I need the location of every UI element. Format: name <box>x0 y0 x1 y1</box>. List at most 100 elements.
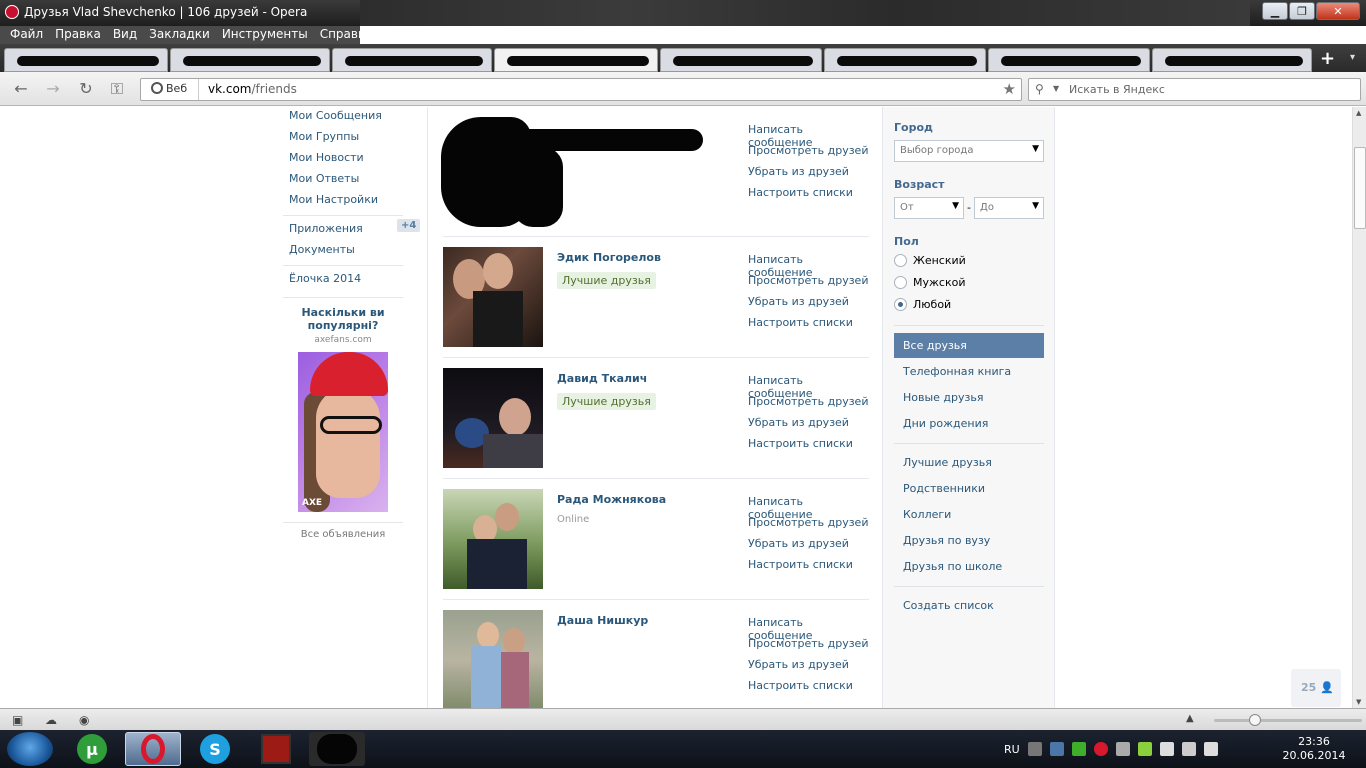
browser-tab[interactable] <box>824 48 986 72</box>
friend-photo[interactable] <box>443 610 543 708</box>
tray-app-icon[interactable] <box>1115 742 1130 756</box>
nav-answers[interactable]: Мои Ответы <box>283 170 403 191</box>
sex-option-male[interactable]: Мужской <box>894 276 965 289</box>
view-friends-link[interactable]: Просмотреть друзей <box>748 637 869 658</box>
all-ads-link[interactable]: Все объявления <box>283 522 403 540</box>
skype-icon[interactable]: S <box>187 732 243 766</box>
friend-photo[interactable] <box>443 247 543 347</box>
vk-icon[interactable] <box>1049 742 1064 756</box>
city-select[interactable]: Выбор города ▼ <box>894 140 1044 162</box>
forward-arrow-icon[interactable]: → <box>44 80 62 98</box>
friend-photo[interactable] <box>443 368 543 468</box>
web-badge[interactable]: Веб <box>141 79 199 100</box>
send-message-link[interactable]: Написать сообщение <box>748 123 869 149</box>
edit-lists-link[interactable]: Настроить списки <box>748 437 869 458</box>
age-from-select[interactable]: От ▼ <box>894 197 964 219</box>
cloud-icon[interactable]: ☁ <box>45 713 57 727</box>
windows-start-icon[interactable] <box>7 732 53 766</box>
close-button[interactable]: ✕ <box>1316 2 1360 20</box>
nav-elochka[interactable]: Ёлочка 2014 <box>283 270 403 291</box>
scroll-up-icon[interactable]: ▲ <box>1356 109 1361 117</box>
list-university-friends[interactable]: Друзья по вузу <box>894 528 1044 553</box>
tray-app-icon[interactable] <box>1071 742 1086 756</box>
nav-docs[interactable]: Документы <box>283 241 403 262</box>
key-icon[interactable]: ⚿ <box>108 80 126 98</box>
taskbar-item[interactable] <box>309 732 365 766</box>
send-message-link[interactable]: Написать сообщение <box>748 253 869 279</box>
reload-icon[interactable]: ↻ <box>77 80 95 98</box>
sex-option-any[interactable]: Любой <box>894 298 951 311</box>
zoom-slider[interactable] <box>1214 719 1362 722</box>
opera-tray-icon[interactable] <box>1093 742 1108 756</box>
radio-circle[interactable] <box>894 254 907 267</box>
send-message-link[interactable]: Написать сообщение <box>748 374 869 400</box>
edit-lists-link[interactable]: Настроить списки <box>748 558 869 579</box>
nav-apps[interactable]: Приложения <box>283 220 403 241</box>
ad-title[interactable]: Наскільки ви популярні? <box>283 306 403 332</box>
menu-file[interactable]: Файл <box>4 26 49 44</box>
nvidia-icon[interactable] <box>1137 742 1152 756</box>
edit-lists-link[interactable]: Настроить списки <box>748 186 869 207</box>
sex-option-female[interactable]: Женский <box>894 254 966 267</box>
maximize-button[interactable]: ❐ <box>1289 2 1315 20</box>
friend-name[interactable]: Эдик Погорелов <box>557 251 661 264</box>
remove-friend-link[interactable]: Убрать из друзей <box>748 658 869 679</box>
volume-icon[interactable] <box>1203 742 1218 756</box>
menu-help[interactable]: Справка <box>314 26 379 44</box>
new-tab-button[interactable]: + <box>1320 48 1335 69</box>
browser-tab[interactable] <box>1152 48 1312 72</box>
list-birthdays[interactable]: Дни рождения <box>894 411 1044 436</box>
opera-taskbar-icon[interactable] <box>125 732 181 766</box>
menu-edit[interactable]: Правка <box>49 26 107 44</box>
advertisement[interactable]: Наскільки ви популярні? axefans.com AXE … <box>283 297 403 540</box>
view-friends-link[interactable]: Просмотреть друзей <box>748 274 869 295</box>
dota-icon[interactable] <box>248 732 304 766</box>
send-message-link[interactable]: Написать сообщение <box>748 495 869 521</box>
utorrent-icon[interactable]: µ <box>64 732 120 766</box>
remove-friend-link[interactable]: Убрать из друзей <box>748 537 869 558</box>
tray-app-icon[interactable] <box>1181 742 1196 756</box>
nav-news[interactable]: Мои Новости <box>283 149 403 170</box>
search-engine-dropdown-icon[interactable]: ▼ <box>1053 84 1059 93</box>
browser-tab[interactable] <box>170 48 330 72</box>
nav-settings[interactable]: Мои Настройки <box>283 191 403 212</box>
edit-lists-link[interactable]: Настроить списки <box>748 316 869 337</box>
remove-friend-link[interactable]: Убрать из друзей <box>748 416 869 437</box>
steam-icon[interactable] <box>1027 742 1042 756</box>
language-indicator[interactable]: RU <box>1004 743 1020 756</box>
radio-circle-selected[interactable] <box>894 298 907 311</box>
menu-view[interactable]: Вид <box>107 26 143 44</box>
nav-messages[interactable]: Мои Сообщения <box>283 107 403 128</box>
view-friends-link[interactable]: Просмотреть друзей <box>748 395 869 416</box>
browser-tab[interactable] <box>332 48 492 72</box>
list-relatives[interactable]: Родственники <box>894 476 1044 501</box>
ad-image[interactable]: AXE <box>298 352 388 512</box>
tab-list-button[interactable]: ▾ <box>1350 52 1355 63</box>
search-field[interactable]: ⚲ ▼ Искать в Яндекс <box>1028 78 1361 101</box>
back-arrow-icon[interactable]: ← <box>12 80 30 98</box>
create-list-link[interactable]: Создать список <box>894 593 1044 618</box>
list-new-friends[interactable]: Новые друзья <box>894 385 1044 410</box>
browser-tab-active[interactable] <box>494 48 658 72</box>
menu-bookmarks[interactable]: Закладки <box>143 26 216 44</box>
remove-friend-link[interactable]: Убрать из друзей <box>748 165 869 186</box>
zoom-toggle-icon[interactable]: ▲ <box>1186 713 1194 724</box>
network-icon[interactable] <box>1159 742 1174 756</box>
list-all-friends[interactable]: Все друзья <box>894 333 1044 358</box>
friend-name[interactable]: Даша Нишкур <box>557 614 648 627</box>
scroll-down-icon[interactable]: ▼ <box>1356 698 1361 706</box>
friend-name[interactable]: Рада Можнякова <box>557 493 666 506</box>
vertical-scrollbar[interactable]: ▲ ▼ <box>1352 107 1366 708</box>
age-to-select[interactable]: До ▼ <box>974 197 1044 219</box>
list-colleagues[interactable]: Коллеги <box>894 502 1044 527</box>
browser-tab[interactable] <box>660 48 822 72</box>
send-message-link[interactable]: Написать сообщение <box>748 616 869 642</box>
view-friends-link[interactable]: Просмотреть друзей <box>748 516 869 537</box>
friend-photo[interactable] <box>443 489 543 589</box>
browser-tab[interactable] <box>4 48 168 72</box>
nav-groups[interactable]: Мои Группы <box>283 128 403 149</box>
zoom-slider-knob[interactable] <box>1249 714 1261 726</box>
browser-tab[interactable] <box>988 48 1150 72</box>
panel-toggle-icon[interactable]: ▣ <box>12 713 23 727</box>
system-clock[interactable]: 23:36 20.06.2014 <box>1282 735 1346 763</box>
